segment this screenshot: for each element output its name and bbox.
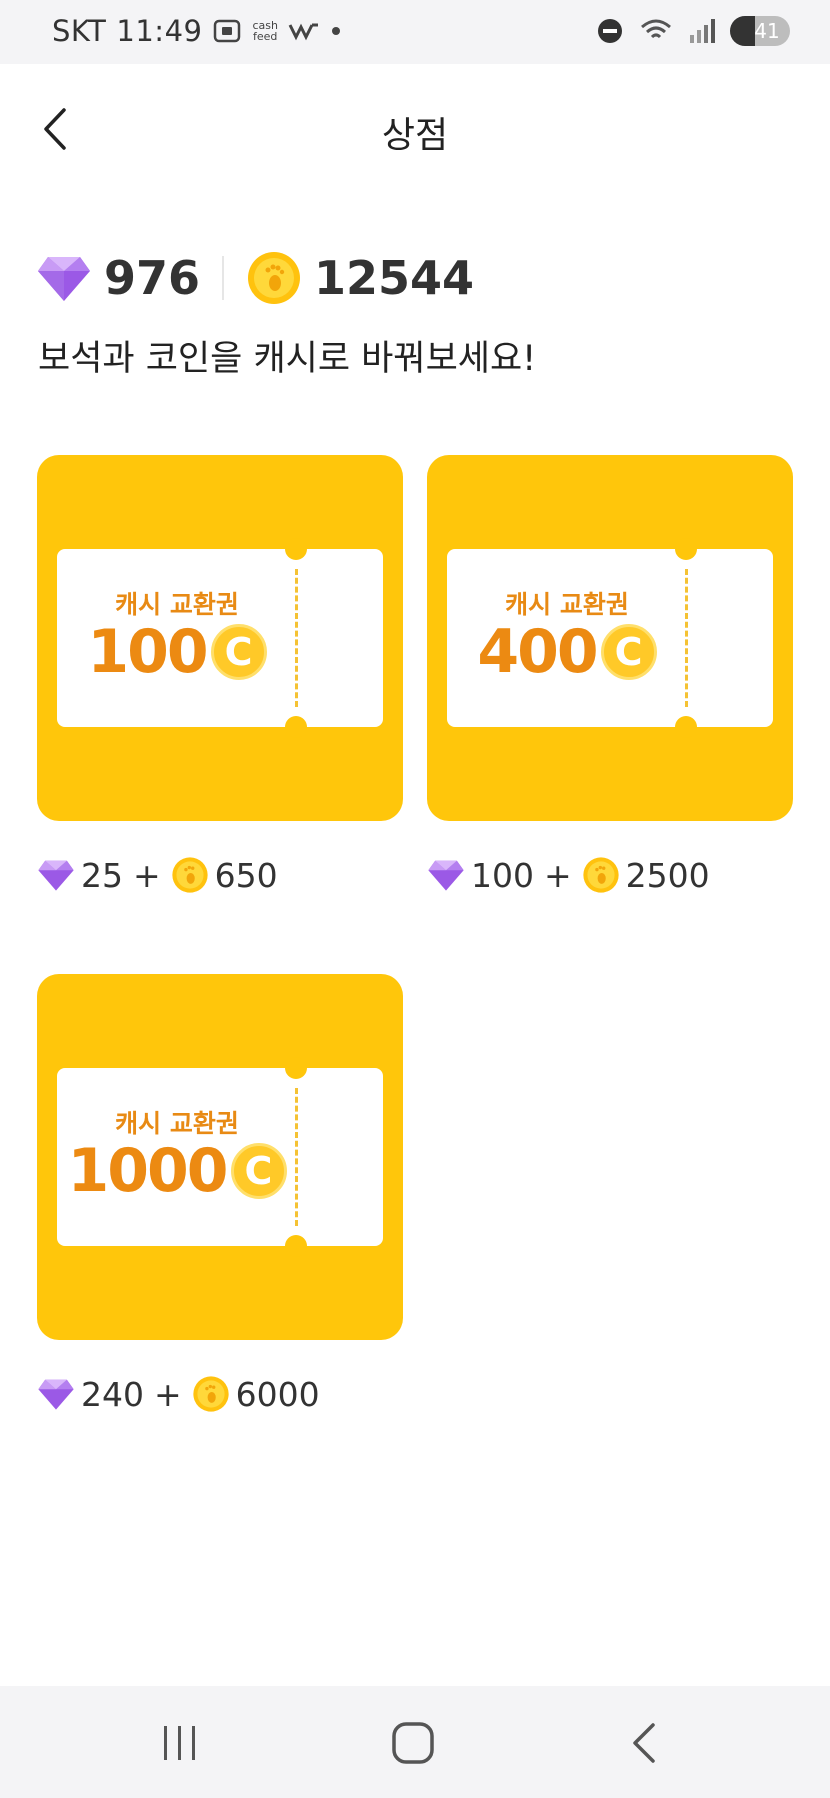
notification-dot-icon — [331, 27, 340, 35]
shop-subtitle: 보석과 코인을 캐시로 바꿔보세요! — [38, 339, 537, 379]
voucher-label: 캐시 교환권 — [115, 590, 239, 619]
voucher-amount: 100 — [87, 617, 208, 687]
cashfeed-icon: cash feed — [252, 19, 278, 43]
price-plus: + — [154, 1374, 182, 1414]
webtoon-icon — [288, 23, 318, 41]
price-gems: 100 — [471, 855, 534, 895]
voucher-card[interactable]: 캐시 교환권 1000 C — [37, 974, 403, 1340]
voucher-amount: 400 — [477, 617, 598, 687]
price-gems: 25 — [81, 855, 123, 895]
home-icon — [392, 1722, 434, 1764]
gem-icon — [38, 1379, 74, 1410]
shop-item-400: 캐시 교환권 400 C 100 + 2500 — [427, 455, 793, 895]
coin-balance: 12544 — [314, 251, 475, 305]
screenshot-icon — [214, 19, 241, 43]
nav-back-button[interactable] — [615, 1716, 675, 1770]
voucher-label: 캐시 교환권 — [115, 1109, 239, 1138]
voucher-card[interactable]: 캐시 교환권 400 C — [427, 455, 793, 821]
carrier-label: SKT — [52, 14, 107, 48]
cash-coin-icon: C — [210, 624, 267, 680]
price-coins: 2500 — [625, 855, 710, 895]
nav-home-button[interactable] — [383, 1716, 443, 1770]
footprint-coin-icon — [172, 857, 208, 893]
battery-level: 41 — [754, 19, 780, 43]
gem-icon — [428, 860, 464, 891]
wifi-icon — [641, 19, 671, 39]
status-left: SKT 11:49 cash feed — [52, 14, 340, 48]
balance-summary: 976 12544 — [36, 248, 474, 308]
balance-divider — [222, 256, 225, 300]
price-coins: 650 — [214, 855, 278, 895]
price-coins: 6000 — [235, 1374, 320, 1414]
gem-icon — [38, 257, 90, 301]
voucher-amount: 1000 — [67, 1136, 229, 1206]
voucher-card[interactable]: 캐시 교환권 100 C — [37, 455, 403, 821]
do-not-disturb-icon — [598, 19, 622, 43]
page-title: 상점 — [381, 115, 449, 156]
ticket: 캐시 교환권 100 C — [57, 538, 383, 738]
price-gems: 240 — [81, 1374, 144, 1414]
gem-icon — [38, 860, 74, 891]
footprint-coin-icon — [193, 1376, 229, 1412]
gem-balance: 976 — [104, 251, 201, 305]
ticket: 캐시 교환권 1000 C — [57, 1057, 383, 1257]
item-price: 240 + 6000 — [37, 1374, 403, 1414]
battery-icon: 41 — [730, 16, 790, 46]
status-bar: SKT 11:49 cash feed 41 — [0, 0, 830, 64]
clock: 11:49 — [116, 14, 203, 48]
shop-item-1000: 캐시 교환권 1000 C 240 + 6000 — [37, 974, 403, 1414]
recents-icon — [164, 1726, 195, 1760]
price-plus: + — [133, 855, 161, 895]
footprint-coin-icon — [248, 252, 301, 304]
app-header: 상점 — [0, 64, 830, 196]
item-price: 25 + 650 — [37, 855, 403, 895]
item-price: 100 + 2500 — [427, 855, 793, 895]
signal-icon — [690, 19, 715, 43]
status-right: 41 — [596, 16, 790, 46]
cash-coin-icon: C — [600, 624, 657, 680]
price-plus: + — [544, 855, 572, 895]
shop-item-100: 캐시 교환권 100 C 25 + 650 — [37, 455, 403, 895]
cash-coin-icon: C — [230, 1143, 287, 1199]
nav-recents-button[interactable] — [150, 1716, 210, 1770]
voucher-label: 캐시 교환권 — [505, 590, 629, 619]
system-nav-bar — [0, 1686, 830, 1798]
footprint-coin-icon — [583, 857, 619, 893]
ticket: 캐시 교환권 400 C — [447, 538, 773, 738]
back-icon — [633, 1723, 655, 1763]
